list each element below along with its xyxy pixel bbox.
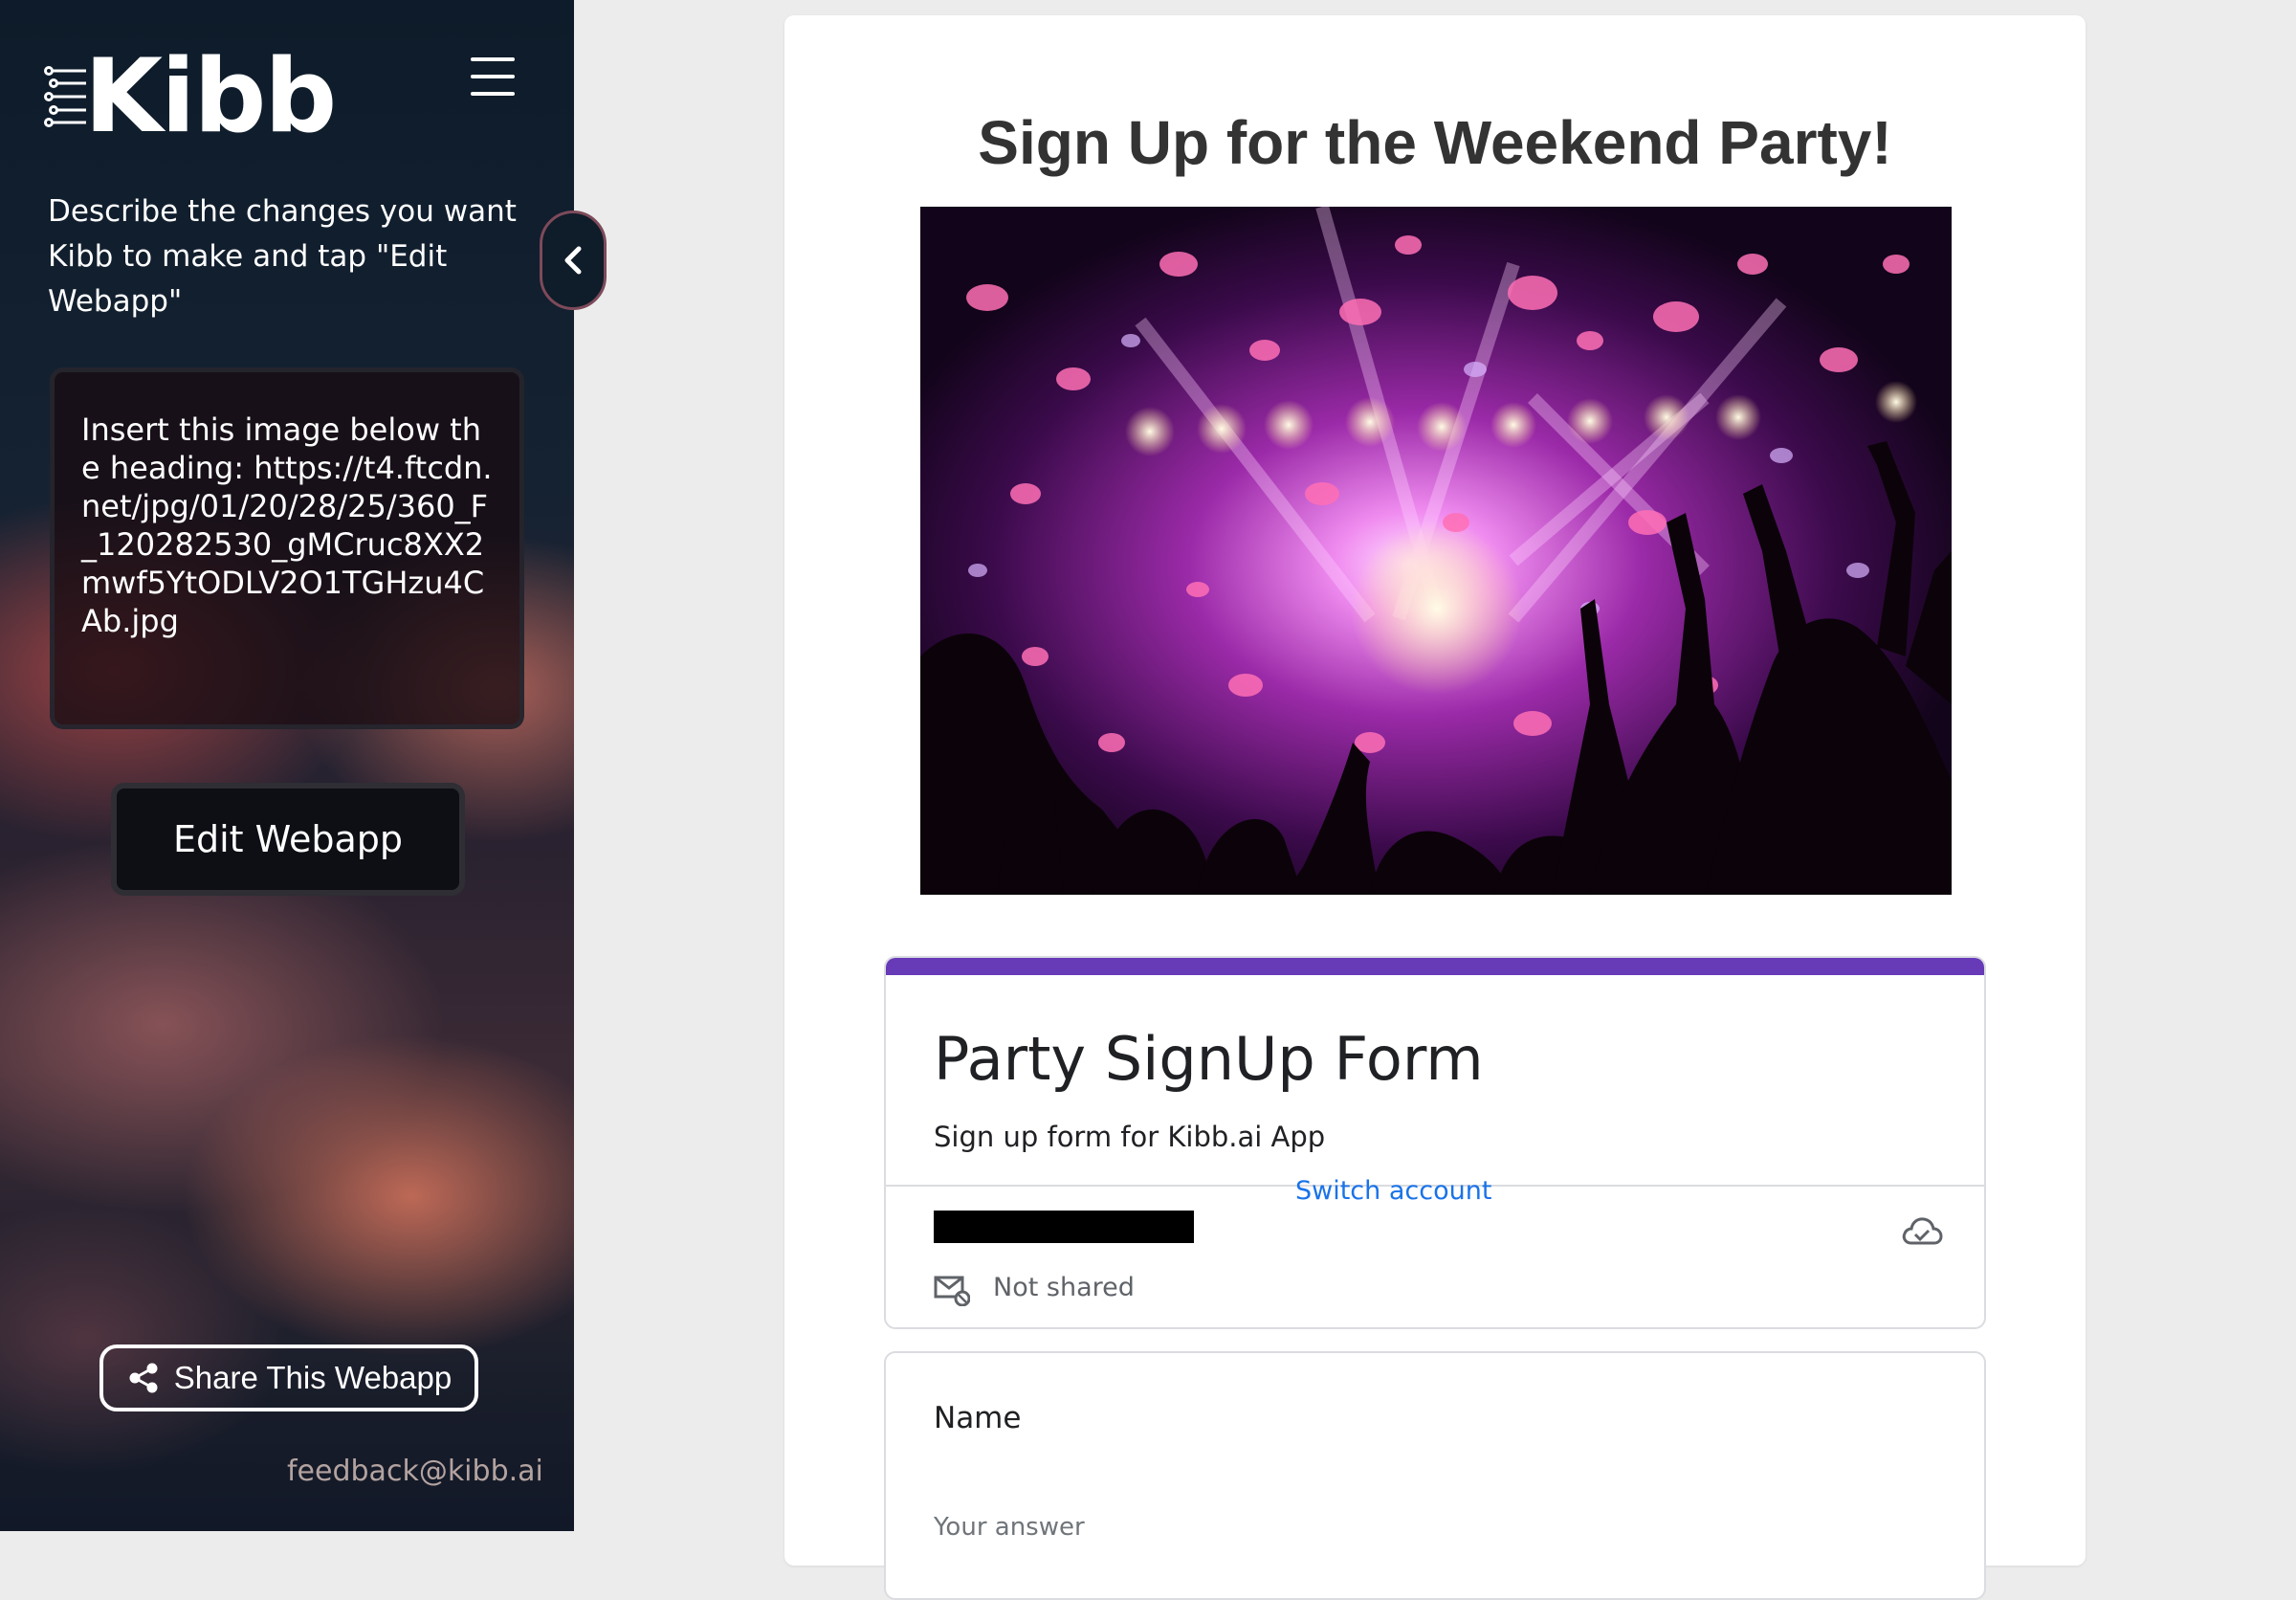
circuit-logo-icon — [44, 66, 86, 127]
menu-bar — [471, 92, 515, 96]
sidebar: Kibb Describe the changes you want Kibb … — [0, 0, 574, 1531]
webapp-preview: Sign Up for the Weekend Party! Party Sig… — [784, 15, 2086, 1600]
party-image — [920, 207, 1952, 895]
redacted-email — [934, 1211, 1194, 1243]
question-label: Name — [934, 1401, 1022, 1435]
mail-icon — [934, 1276, 970, 1306]
app-name: Kibb — [84, 37, 337, 155]
menu-bar — [471, 57, 515, 61]
form-accent-bar — [886, 958, 1984, 975]
form-title: Party SignUp Form — [934, 1024, 1484, 1094]
prompt-textarea[interactable]: Insert this image below the heading: htt… — [50, 367, 524, 729]
hamburger-menu-icon[interactable] — [471, 57, 515, 96]
switch-account-link[interactable]: Switch account — [1295, 1176, 1491, 1206]
cloud-check-icon — [1902, 1217, 1943, 1245]
app-logo[interactable]: Kibb — [44, 37, 337, 155]
sidebar-description: Describe the changes you want Kibb to ma… — [48, 194, 517, 319]
concert-crowd-image — [920, 207, 1952, 895]
chevron-left-icon — [564, 246, 582, 275]
not-shared-label: Not shared — [993, 1273, 1135, 1302]
name-answer-input[interactable] — [934, 1508, 1431, 1546]
page-title: Sign Up for the Weekend Party! — [978, 108, 1892, 177]
feedback-email-link[interactable]: feedback@kibb.ai — [287, 1455, 543, 1488]
share-icon — [129, 1363, 158, 1393]
question-card: Name — [884, 1351, 1986, 1600]
menu-bar — [471, 75, 515, 78]
form-description: Sign up form for Kibb.ai App — [934, 1121, 1326, 1153]
form-header-card: Party SignUp Form Sign up form for Kibb.… — [884, 956, 1986, 1329]
edit-webapp-button[interactable]: Edit Webapp — [111, 783, 465, 896]
share-webapp-button[interactable]: Share This Webapp — [99, 1344, 478, 1411]
share-button-label: Share This Webapp — [173, 1360, 453, 1395]
collapse-sidebar-button[interactable] — [540, 211, 607, 310]
